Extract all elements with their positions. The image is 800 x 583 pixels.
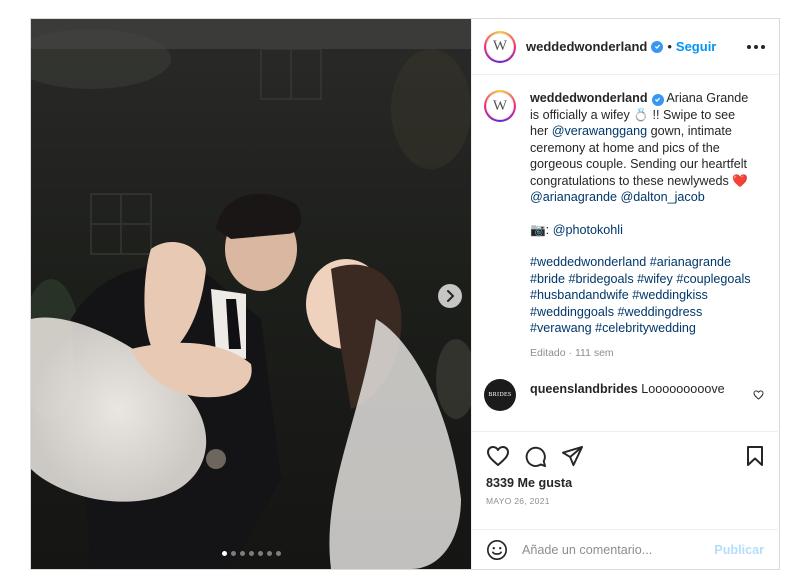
caption-text: weddedwonderland Ariana Grande is offici… — [530, 90, 754, 337]
avatar-letter: W — [486, 32, 514, 61]
verified-badge-icon — [651, 40, 664, 53]
more-options-icon[interactable] — [747, 44, 765, 49]
action-icons — [486, 444, 764, 468]
mention-link[interactable]: @arianagrande — [530, 190, 617, 204]
carousel-dot — [257, 551, 263, 556]
commenter-username[interactable]: queenslandbrides — [530, 382, 638, 396]
post-media[interactable] — [31, 19, 471, 569]
comments-section[interactable]: W weddedwonderland Ariana Grande is offi… — [472, 76, 778, 431]
hashtags[interactable]: #weddedwonderland #arianagrande #bride #… — [530, 255, 751, 335]
mention-link[interactable]: @photokohli — [553, 223, 623, 237]
comment-body: Looooooooove — [641, 381, 725, 396]
post-date[interactable]: MAYO 26, 2021 — [486, 496, 764, 506]
verified-badge-icon — [651, 93, 664, 106]
carousel-dot — [230, 551, 236, 556]
wedding-photo — [31, 19, 471, 569]
commenter-avatar[interactable]: BRIDES — [484, 378, 516, 411]
mention-link[interactable]: @verawanggang — [552, 124, 647, 138]
comment-item: BRIDES queenslandbrides Looooooooove — [484, 378, 764, 411]
caption-author-avatar[interactable]: W — [484, 90, 516, 122]
mention-link[interactable]: @dalton_jacob — [621, 190, 705, 204]
carousel-dot — [266, 551, 272, 556]
likes-count[interactable]: 8339 Me gusta — [486, 476, 764, 490]
follow-button[interactable]: Seguir — [676, 39, 716, 54]
post-actions: 8339 Me gusta MAYO 26, 2021 — [472, 431, 778, 506]
emoji-icon[interactable] — [486, 539, 508, 561]
share-icon[interactable] — [561, 445, 584, 467]
instagram-post: W weddedwonderland • Seguir W weddedwond… — [30, 18, 780, 570]
post-sidebar: W weddedwonderland • Seguir W weddedwond… — [471, 19, 779, 569]
next-slide-icon — [447, 290, 454, 302]
avatar-letter: W — [486, 92, 514, 120]
carousel-dot — [275, 551, 281, 556]
carousel-dot — [239, 551, 245, 556]
next-slide-button[interactable] — [438, 284, 462, 308]
edited-timestamp: Editado · 111 sem — [530, 346, 614, 359]
caption-username[interactable]: weddedwonderland — [530, 91, 648, 105]
comment-icon[interactable] — [524, 445, 547, 468]
author-username[interactable]: weddedwonderland — [526, 39, 647, 54]
header-separator: • — [667, 39, 672, 54]
add-comment-bar: Publicar — [472, 529, 778, 569]
like-heart-icon[interactable] — [486, 445, 510, 467]
carousel-dots — [31, 551, 471, 556]
save-bookmark-icon[interactable] — [746, 445, 764, 467]
post-header: W weddedwonderland • Seguir — [472, 19, 779, 75]
comment-input[interactable] — [520, 541, 704, 558]
carousel-dot — [221, 551, 227, 556]
heart-emoji: ❤️ — [732, 173, 749, 188]
carousel-dot — [248, 551, 254, 556]
comment-text: queenslandbrides Looooooooove — [530, 382, 730, 396]
comment-like-icon[interactable] — [753, 387, 764, 405]
caption: W weddedwonderland Ariana Grande is offi… — [484, 90, 764, 337]
camera-credit-label: 📷: — [530, 222, 553, 237]
publish-button[interactable]: Publicar — [714, 543, 764, 557]
author-avatar[interactable]: W — [484, 30, 516, 63]
